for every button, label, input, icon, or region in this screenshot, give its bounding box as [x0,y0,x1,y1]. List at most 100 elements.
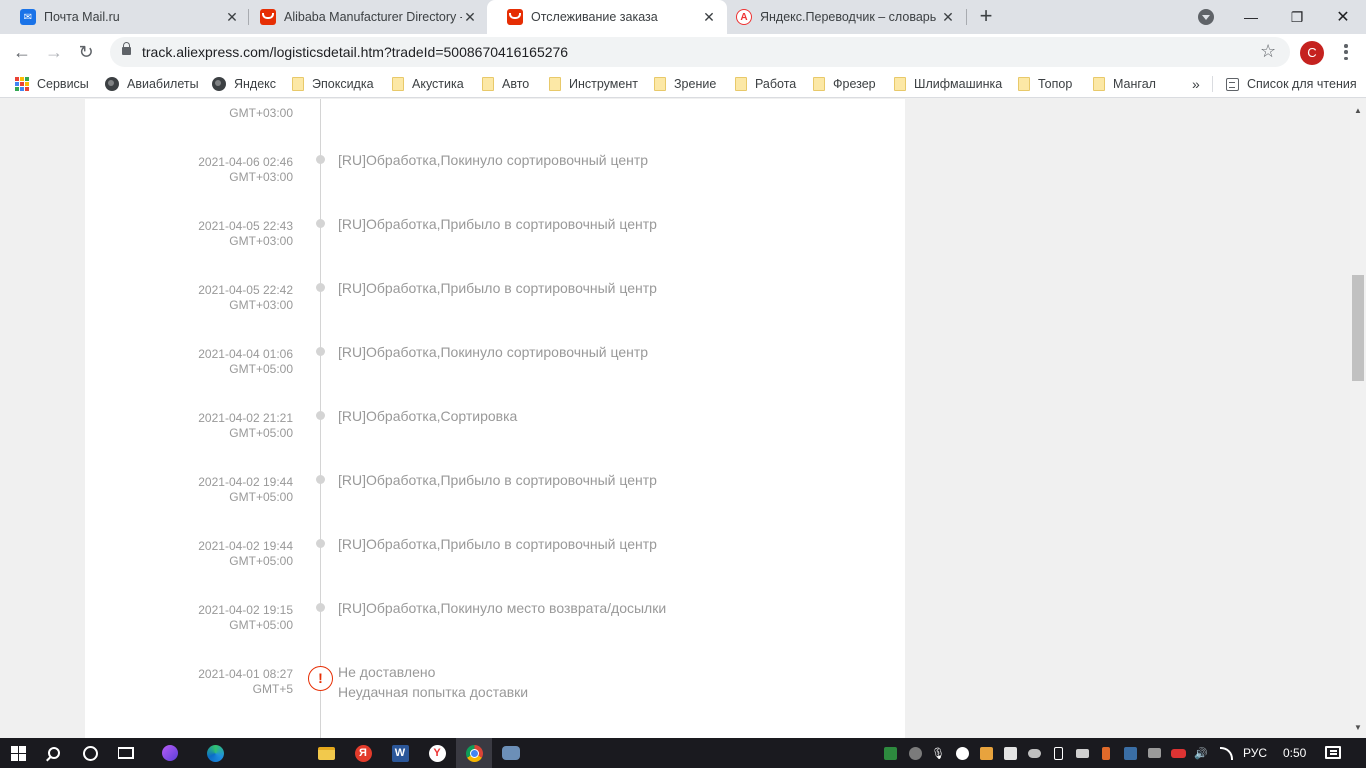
tray-monitor-icon[interactable] [1146,745,1162,761]
tab-order-tracking[interactable]: Отслеживание заказа ✕ [487,0,727,34]
folder-icon [735,77,747,91]
task-view-icon [118,747,134,759]
event-datetime: 2021-04-02 19:15 GMT+05:00 [198,603,293,632]
windows-taskbar: Я W Y 🎙 🔊 РУС 0:50 [0,738,1366,768]
timeline-dot [316,219,325,228]
tray-device-icon[interactable] [1074,745,1090,761]
tray-battery-icon[interactable] [1170,745,1186,761]
tab-mail[interactable]: ✉ Почта Mail.ru ✕ [0,0,250,34]
timeline-event: 2021-04-05 22:43 GMT+03:00 [RU]Обработка,… [0,216,1350,264]
bookmark-folder-tools[interactable]: Инструмент [549,75,638,93]
tray-skype-icon[interactable] [907,745,923,761]
new-tab-button[interactable]: + [975,5,997,28]
page-scrollbar[interactable]: ▲ ▼ [1350,99,1366,738]
tray-network-icon[interactable] [1122,745,1138,761]
taskbar-alice[interactable] [152,738,188,768]
cortana-button[interactable] [72,738,108,768]
input-language[interactable]: РУС [1243,746,1267,760]
tab-close-icon[interactable]: ✕ [462,9,478,25]
scroll-down-arrow-icon[interactable]: ▼ [1350,720,1366,736]
tray-usb-icon[interactable] [1050,745,1066,761]
close-window-button[interactable]: ✕ [1320,0,1366,34]
taskbar-yandex-browser[interactable]: Y [419,738,455,768]
restore-button[interactable]: ❐ [1274,0,1320,34]
clock[interactable]: 0:50 [1283,746,1306,760]
profile-avatar[interactable]: C [1300,41,1324,65]
bookmark-folder-router[interactable]: Фрезер [813,75,876,93]
bookmark-folder-grill[interactable]: Мангал [1093,75,1156,93]
alice-icon [162,745,178,761]
tab-search-icon[interactable] [1198,9,1214,25]
folder-icon [1018,77,1030,91]
globe-icon [105,77,119,91]
minimize-button[interactable]: — [1228,0,1274,34]
tab-title: Отслеживание заказа [531,10,658,24]
bookmark-folder-work[interactable]: Работа [735,75,796,93]
event-datetime: 2021-04-05 22:43 GMT+03:00 [198,219,293,248]
bookmark-folder-auto[interactable]: Авто [482,75,529,93]
tray-microphone-icon[interactable]: 🎙 [930,745,946,761]
event-datetime: 2021-04-04 01:06 GMT+05:00 [198,347,293,376]
back-button[interactable]: ← [10,40,34,64]
tray-yandex-icon[interactable] [954,745,970,761]
tab-close-icon[interactable]: ✕ [224,9,240,25]
taskbar-game[interactable] [493,738,529,768]
bookmark-label: Шлифмашинка [914,77,1003,91]
event-description: [RU]Обработка,Прибыло в сортировочный це… [338,216,657,232]
task-view-button[interactable] [108,738,144,768]
bookmark-folder-grinder[interactable]: Шлифмашинка [894,75,1002,93]
tab-alibaba[interactable]: Alibaba Manufacturer Directory - ✕ [240,0,488,34]
scrollbar-thumb[interactable] [1352,275,1364,381]
tab-title: Alibaba Manufacturer Directory - [284,10,462,24]
address-bar[interactable]: track.aliexpress.com/logisticsdetail.htm… [110,37,1290,67]
tray-speaker-icon[interactable] [1098,745,1114,761]
tab-close-icon[interactable]: ✕ [940,9,956,25]
bookmark-folder-acoustics[interactable]: Акустика [392,75,464,93]
folder-icon [392,77,404,91]
bookmark-aviabilety[interactable]: Авиабилеты [105,75,199,93]
taskbar-search-button[interactable] [36,738,72,768]
taskbar-word[interactable]: W [382,738,418,768]
reading-list-icon [1226,77,1239,91]
cortana-icon [82,745,98,761]
folder-icon [654,77,666,91]
bookmarks-bar: Сервисы Авиабилеты Яндекс Эпоксидка Акус… [0,70,1366,98]
reading-list-button[interactable]: Список для чтения [1226,75,1357,93]
bookmark-label: Авиабилеты [127,77,199,91]
event-datetime: 2021-04-02 19:44 GMT+05:00 [198,475,293,504]
reload-button[interactable]: ↻ [74,40,98,64]
event-description: [RU]Обработка,Сортировка [338,408,518,424]
event-datetime: 2021-04-02 19:44 GMT+05:00 [198,539,293,568]
scroll-up-arrow-icon[interactable]: ▲ [1350,103,1366,119]
tray-app-icon[interactable] [978,745,994,761]
bookmark-services[interactable]: Сервисы [15,75,89,93]
tray-cloud-icon[interactable] [1026,745,1042,761]
start-button[interactable] [0,738,36,768]
bookmarks-overflow-chevron-icon[interactable]: » [1192,75,1200,93]
taskbar-chrome[interactable] [456,738,492,768]
volume-icon[interactable]: 🔊 [1193,745,1209,761]
tab-yandex-translate[interactable]: A Яндекс.Переводчик – словарь и ✕ [716,0,966,34]
browser-toolbar: ← → ↻ track.aliexpress.com/logisticsdeta… [0,34,1366,70]
event-description: [RU]Обработка,Покинуло сортировочный цен… [338,152,649,168]
tray-pen-icon[interactable] [882,745,898,761]
taskbar-yandex[interactable]: Я [345,738,381,768]
timeline-event: 2021-04-02 19:44 GMT+05:00 [RU]Обработка,… [0,536,1350,584]
bookmark-label: Топор [1038,77,1073,91]
bookmark-folder-epoxy[interactable]: Эпоксидка [292,75,374,93]
browser-menu-icon[interactable] [1338,42,1354,62]
bookmark-star-icon[interactable]: ☆ [1260,41,1276,62]
forward-button[interactable]: → [42,40,66,64]
bookmark-folder-vision[interactable]: Зрение [654,75,716,93]
wifi-icon[interactable] [1218,745,1234,761]
event-description: [RU]Обработка,Прибыло в сортировочный це… [338,472,657,488]
notifications-icon[interactable] [1325,746,1341,759]
lock-icon[interactable] [122,42,131,55]
timeline-event-failed-delivery: 2021-04-01 08:27 GMT+5 ! Не доставлено Не… [0,664,1350,724]
bookmark-yandex[interactable]: Яндекс [212,75,276,93]
tray-puzzle-icon[interactable] [1002,745,1018,761]
taskbar-edge[interactable] [197,738,233,768]
bookmark-folder-axe[interactable]: Топор [1018,75,1072,93]
tab-close-icon[interactable]: ✕ [701,9,717,25]
taskbar-file-explorer[interactable] [308,738,344,768]
